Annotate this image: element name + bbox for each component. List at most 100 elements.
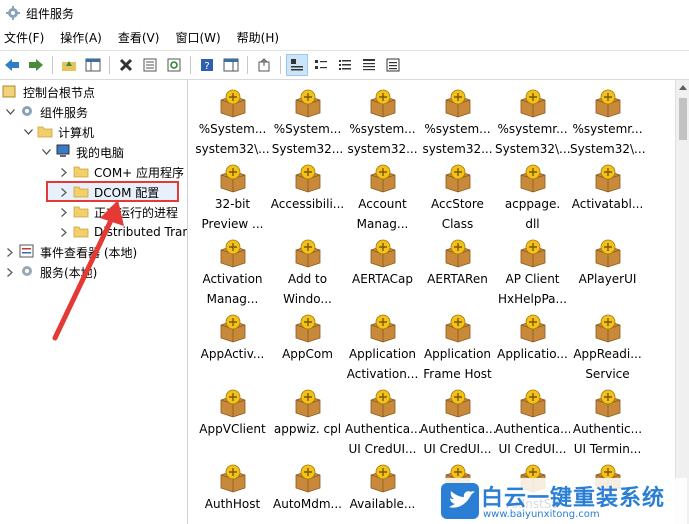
tree-node[interactable]: 计算机 [22, 122, 94, 142]
dcom-app-item[interactable]: Authentica... UI CredUI... [495, 382, 570, 457]
dcom-app-item[interactable]: AERTARen [420, 232, 495, 307]
dcom-app-item[interactable]: %system... system32... [420, 82, 495, 157]
menu-file[interactable]: 文件(F) [0, 26, 52, 50]
tree-node[interactable]: Distributed Tran [58, 222, 188, 242]
show-hide-tree-button[interactable] [83, 55, 103, 75]
dcom-app-item[interactable]: AccStore Class [420, 157, 495, 232]
delete-button[interactable] [116, 55, 136, 75]
list-view-icon [339, 60, 351, 70]
component-box-icon [495, 238, 570, 268]
item-label-line1: %systemr... [497, 122, 568, 136]
tree-node[interactable]: 服务(本地) [4, 262, 97, 282]
dcom-app-item[interactable]: Application Frame Host [420, 307, 495, 382]
tree-node[interactable]: 控制台根节点 [2, 82, 95, 102]
dcom-app-item[interactable]: Accessibili... [270, 157, 345, 232]
scrollbar-thumb[interactable] [679, 98, 687, 140]
back-button[interactable] [2, 55, 22, 75]
help-button[interactable]: ? [197, 55, 217, 75]
item-label-line1: AERTACap [351, 272, 413, 286]
chevron-down-icon[interactable] [22, 126, 34, 138]
tree-node[interactable]: 事件查看器 (本地) [4, 242, 137, 262]
dcom-app-item[interactable]: Applicatio... [495, 307, 570, 382]
component-box-icon [570, 238, 645, 268]
tree-node[interactable]: COM+ 应用程序 [58, 162, 184, 182]
refresh-button[interactable] [164, 55, 184, 75]
dcom-app-item[interactable]: AP Client HxHelpPa... [495, 232, 570, 307]
dcom-app-item[interactable]: APlayerUI [570, 232, 645, 307]
menu-action[interactable]: 操作(A) [52, 26, 110, 50]
dcom-app-item[interactable]: Application Activation... [345, 307, 420, 382]
dcom-app-item[interactable]: Activation Manag... [195, 232, 270, 307]
tree-node[interactable]: 我的电脑 [40, 142, 124, 162]
component-box-icon [195, 388, 270, 418]
item-label-line1: %system... [424, 122, 491, 136]
item-label-line2: UI CredUI... [348, 442, 417, 456]
component-box-icon [195, 88, 270, 118]
dcom-app-item[interactable]: AppCom [270, 307, 345, 382]
chevron-right-icon[interactable] [58, 166, 70, 178]
show-hide-action-pane-button[interactable] [221, 55, 241, 75]
tree-node-label: COM+ 应用程序 [94, 165, 185, 180]
export-list-button[interactable] [254, 55, 274, 75]
component-box-icon [495, 313, 570, 343]
dcom-app-item[interactable]: acppage. dll [495, 157, 570, 232]
chevron-down-icon[interactable] [40, 146, 52, 158]
tree-node-label: DCOM 配置 [94, 185, 160, 200]
dcom-app-item[interactable]: 32-bit Preview ... [195, 157, 270, 232]
view-details-button[interactable] [359, 55, 379, 75]
tree-node[interactable]: 组件服务 [4, 102, 88, 122]
dcom-app-item[interactable]: %System... system32\... [195, 82, 270, 157]
dcom-app-item[interactable]: AutoMdm... [270, 457, 345, 524]
dcom-app-item[interactable]: AERTACap [345, 232, 420, 307]
properties-button[interactable] [140, 55, 160, 75]
view-list-button[interactable] [335, 55, 355, 75]
menu-window[interactable]: 窗口(W) [167, 26, 228, 50]
dcom-app-item[interactable]: AppReadi... Service [570, 307, 645, 382]
chevron-right-icon[interactable] [58, 186, 70, 198]
chevron-right-icon[interactable] [4, 246, 16, 258]
folder-icon [37, 124, 58, 141]
item-label-line1: Activatabl... [571, 197, 644, 211]
dcom-app-item[interactable]: Account Manag... [345, 157, 420, 232]
up-level-button[interactable] [59, 55, 79, 75]
dcom-app-item[interactable]: AppVClient [195, 382, 270, 457]
component-box-icon [345, 238, 420, 268]
dcom-app-item[interactable]: Available... [345, 457, 420, 524]
view-small-icons-button[interactable] [311, 55, 331, 75]
component-box-icon [345, 88, 420, 118]
dcom-app-item[interactable]: %System... System32... [270, 82, 345, 157]
tree-node[interactable]: DCOM 配置 [58, 182, 159, 202]
dcom-app-item[interactable]: Activatabl... [570, 157, 645, 232]
item-label-line1: %system... [349, 122, 416, 136]
dcom-app-item[interactable]: AuthHost [195, 457, 270, 524]
menu-view[interactable]: 查看(V) [110, 26, 168, 50]
dcom-app-item[interactable]: Authentica... UI CredUI... [420, 382, 495, 457]
forward-button[interactable] [26, 55, 46, 75]
item-label-line2: Manag... [356, 217, 409, 231]
vertical-scrollbar[interactable] [675, 80, 689, 524]
folder-icon [73, 224, 94, 241]
dcom-app-item[interactable]: %system... system32... [345, 82, 420, 157]
chevron-right-icon[interactable] [58, 226, 70, 238]
item-label-line1: AERTARen [427, 272, 488, 286]
menu-help[interactable]: 帮助(H) [229, 26, 287, 50]
dcom-app-item[interactable]: %systemr... System32\... [570, 82, 645, 157]
dcom-app-item[interactable]: Add to Windo... [270, 232, 345, 307]
tree-node-label: Distributed Tran [94, 225, 188, 239]
chevron-right-icon[interactable] [58, 206, 70, 218]
view-status-button[interactable] [383, 55, 403, 75]
dcom-app-item[interactable]: appwiz. cpl [270, 382, 345, 457]
chevron-down-icon[interactable] [4, 106, 16, 118]
chevron-right-icon[interactable] [4, 266, 16, 278]
dcom-app-item[interactable]: AppActiv... [195, 307, 270, 382]
view-large-icons-button[interactable] [286, 54, 308, 76]
dcom-app-item[interactable]: %systemr... System32\... [495, 82, 570, 157]
scroll-up-button[interactable] [676, 80, 689, 94]
svg-text:?: ? [204, 61, 209, 72]
tree-node[interactable]: 正在运行的进程 [58, 202, 178, 222]
folder-icon [73, 184, 94, 201]
dcom-app-item[interactable]: Authentica... UI CredUI... [345, 382, 420, 457]
dcom-app-item[interactable]: Authentic... UI Termin... [570, 382, 645, 457]
component-box-icon [345, 463, 420, 493]
item-label-line2: System32... [271, 142, 344, 156]
